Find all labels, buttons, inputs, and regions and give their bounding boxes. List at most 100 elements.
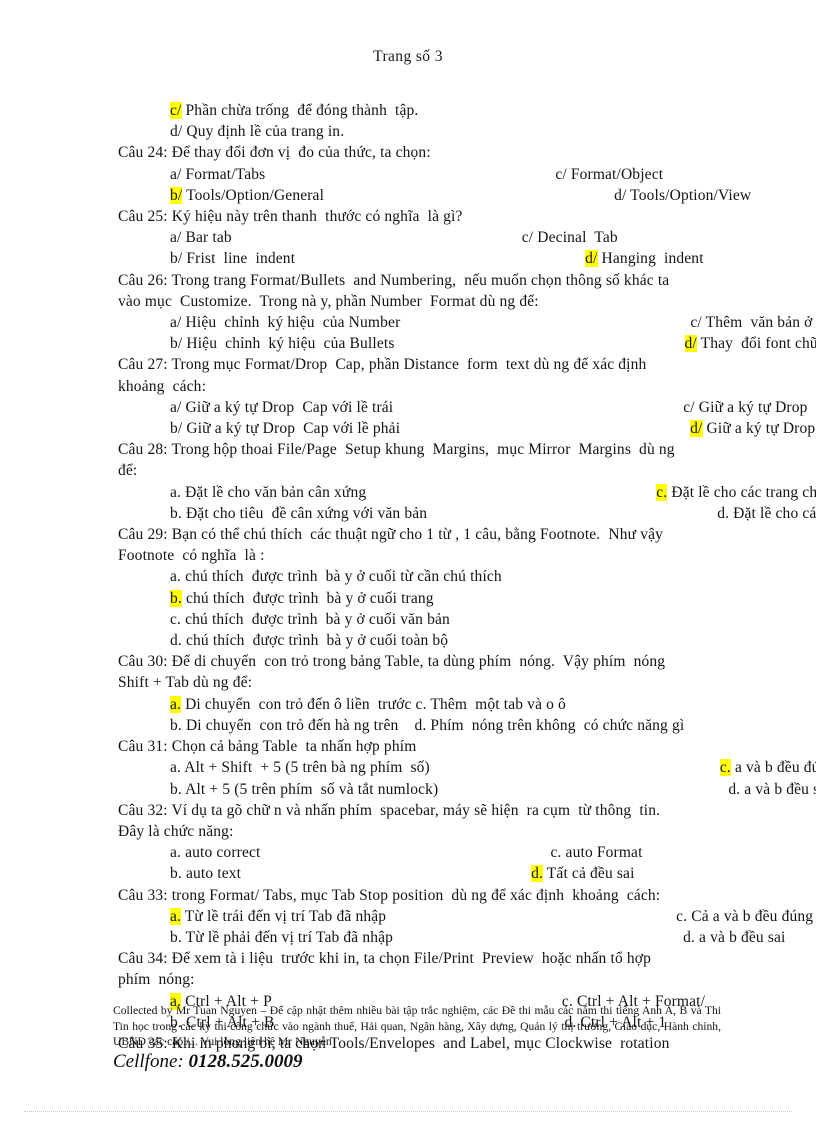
answer-option-row: a. Từ lề trái đến vị trí Tab đã nhập c. C…: [118, 906, 813, 927]
option-letter: b.: [170, 589, 182, 607]
option-letter: a.: [170, 483, 182, 501]
answer-option-second-column: d/ Hanging indent: [585, 248, 704, 269]
footer-note-line-1: Collected by Mr Tuan Nguyen – Để cập nhậ…: [113, 1004, 613, 1017]
answer-option-row: d/ Quy định lề của trang in.: [118, 121, 718, 142]
option-letter: c.: [719, 759, 731, 777]
footer-cellfone: Cellfone: 0128.525.0009: [113, 1051, 302, 1073]
option-letter: d/: [585, 250, 598, 268]
question-stem-continuation: Đây là chức năng:: [118, 821, 718, 842]
option-letter: c/: [690, 314, 702, 332]
answer-option-row: b/ Hiệu chỉnh ký hiệu của Bullets d/ Thay…: [118, 333, 816, 354]
answer-option-second-column: c/ Decinal Tab: [522, 227, 618, 248]
option-text: chú thích được trình bà y ở cuối trang: [181, 589, 434, 607]
option-letter: b.: [170, 780, 182, 798]
option-text: Đặt lề cho văn bản cân xứng: [181, 483, 367, 501]
option-letter: c/: [555, 165, 567, 183]
question-text: Câu 33: trong Format/ Tabs, mục Tab Stop…: [118, 886, 661, 904]
answer-option-row: a/ Hiệu chỉnh ký hiệu của Number c/ Thêm …: [118, 312, 812, 333]
question-text: Đây là chức năng:: [118, 822, 234, 840]
option-text: a và b đều sai: [744, 780, 816, 798]
option-text: auto Format: [561, 844, 643, 862]
question-text: Câu 27: Trong mục Format/Drop Cap, phần …: [118, 356, 647, 374]
option-text: Format/Tabs: [181, 165, 266, 183]
option-letter: c.: [656, 483, 668, 501]
option-letter: d.: [683, 928, 696, 946]
option-text: Giữ a ký tự Drop Cap với toà n văn bản: [706, 420, 816, 438]
question-text: Câu 30: Để di chuyển con trỏ trong bảng …: [118, 653, 666, 671]
option-text: Cả a và b đều đúng: [687, 907, 814, 925]
option-text: Phần chừa trống để đóng thành tập.: [181, 102, 419, 119]
answer-option-row: b. auto text d. Tất cả đều sai: [118, 863, 718, 884]
answer-option-second-column: c. Đặt lề cho các trang chẵn và lẻ đối x…: [656, 482, 816, 503]
option-text: Giữ a ký tự Drop Cap với lề trái: [181, 398, 394, 416]
answer-option-second-column: c/ Thêm văn bản ở trước, sau dấu hoa thị: [690, 312, 816, 333]
option-text: Thay đổi font chữ: [696, 335, 816, 353]
answer-option-second-column: d/ Thay đổi font chữ: [684, 333, 816, 354]
option-letter: a.: [170, 695, 182, 713]
question-stem: Câu 25: Ký hiệu này trên thanh thước có …: [118, 206, 718, 227]
option-letter: d.: [728, 780, 741, 798]
option-letter: b/: [170, 335, 183, 353]
option-letter: a.: [170, 568, 182, 586]
option-text: auto correct: [181, 844, 261, 862]
question-stem: Câu 31: Chọn cả bảng Table ta nhấn hợp p…: [118, 736, 718, 757]
question-text: Câu 28: Trong hộp thoai File/Page Setup …: [118, 441, 675, 459]
option-text: Đặt lề cho các trang chẵn và lẻ đối xứng: [671, 483, 816, 501]
answer-option-row: a. chú thích được trình bà y ở cuối từ c…: [118, 566, 718, 587]
answer-option-row: b. chú thích được trình bà y ở cuối tran…: [118, 588, 718, 609]
option-letter: b.: [170, 716, 182, 734]
answer-option-row: b. Từ lề phải đến vị trí Tab đã nhập d. a…: [118, 927, 785, 948]
bottom-divider: [24, 1111, 792, 1113]
answer-option-row: a. Alt + Shift + 5 (5 trên bà ng phím số…: [118, 757, 816, 778]
question-stem: Câu 32: Ví dụ ta gõ chữ n và nhấn phím s…: [118, 800, 718, 821]
option-letter: d/: [170, 123, 183, 141]
option-text: Tools/Option/View: [626, 186, 752, 204]
answer-option-row: c/ Phần chừa trống để đóng thành tập.: [118, 100, 718, 121]
question-text: Câu 25: Ký hiệu này trên thanh thước có …: [118, 208, 463, 226]
document-page: Trang số 3 c/ Phần chừa trống để đóng th…: [0, 0, 816, 1123]
answer-option-row: a/ Bar tab c/ Decinal Tab: [118, 227, 718, 248]
answer-option-second-column: d. Tất cả đều sai: [531, 863, 634, 884]
answer-option-second-column: d/ Tools/Option/View: [614, 185, 751, 206]
option-letter: a/: [170, 314, 182, 332]
option-text: a và b đều đúng: [734, 759, 816, 777]
option-letter: c.: [170, 610, 182, 628]
question-text: vào mục Customize. Trong nà y, phần Numb…: [118, 292, 539, 310]
answer-option-row: a/ Giữ a ký tự Drop Cap với lề trái c/ Gi…: [118, 397, 816, 418]
question-text: Câu 32: Ví dụ ta gõ chữ n và nhấn phím s…: [118, 801, 661, 819]
option-letter: b.: [170, 504, 182, 522]
answer-option-row: b. Đặt cho tiêu đề cân xứng với văn bản d…: [118, 503, 816, 524]
footer-collector-note: Collected by Mr Tuan Nguyen – Để cập nhậ…: [113, 1003, 721, 1050]
option-letter: c.: [676, 907, 688, 925]
option-letter: b/: [170, 420, 183, 438]
question-text: Shift + Tab dù ng để:: [118, 674, 253, 692]
answer-option-second-column: d. a và b đều sai: [683, 927, 785, 948]
question-stem: Câu 24: Để thay đổi đơn vị đo của thức, …: [118, 142, 718, 163]
option-text: Hiệu chỉnh ký hiệu của Number: [181, 314, 401, 332]
answer-option-second-column: c/ Giữ a ký tự Drop Cap với ký tự tiếp t…: [683, 397, 816, 418]
option-text: Frist line indent: [182, 250, 296, 268]
option-text: Từ lề phải đến vị trí Tab đã nhập: [181, 928, 394, 946]
question-text: để:: [118, 462, 138, 480]
question-stem: Câu 34: Để xem tà i liệu trước khi in, t…: [118, 948, 718, 969]
question-text: Câu 31: Chọn cả bảng Table ta nhấn hợp p…: [118, 738, 417, 756]
option-letter: a/: [170, 398, 182, 416]
answer-option-row: b/ Frist line indent d/ Hanging indent: [118, 248, 718, 269]
question-stem: Câu 26: Trong trang Format/Bullets and N…: [118, 270, 718, 291]
option-letter: d/: [684, 335, 697, 353]
answer-option-row: a. Di chuyển con trỏ đến ô liền trước c.…: [118, 694, 718, 715]
cellfone-label: Cellfone:: [113, 1051, 189, 1072]
option-text: auto text: [181, 865, 242, 883]
answer-option-row: a. auto correct c. auto Format: [118, 842, 718, 863]
answer-option-second-column: c. Cả a và b đều đúng: [676, 906, 813, 927]
option-text: chú thích được trình bà y ở cuối văn bản: [181, 610, 450, 628]
option-letter: b.: [170, 865, 182, 883]
option-letter: d/: [614, 186, 627, 204]
option-text: a và b đều sai: [695, 928, 786, 946]
option-letter: b.: [170, 928, 182, 946]
question-text: khoảng cách:: [118, 377, 207, 395]
option-letter: d.: [170, 632, 182, 650]
question-stem-continuation: khoảng cách:: [118, 376, 718, 397]
answer-option-second-column: c. a và b đều đúng: [719, 757, 816, 778]
option-text: Tất cả đều sai: [543, 865, 635, 883]
